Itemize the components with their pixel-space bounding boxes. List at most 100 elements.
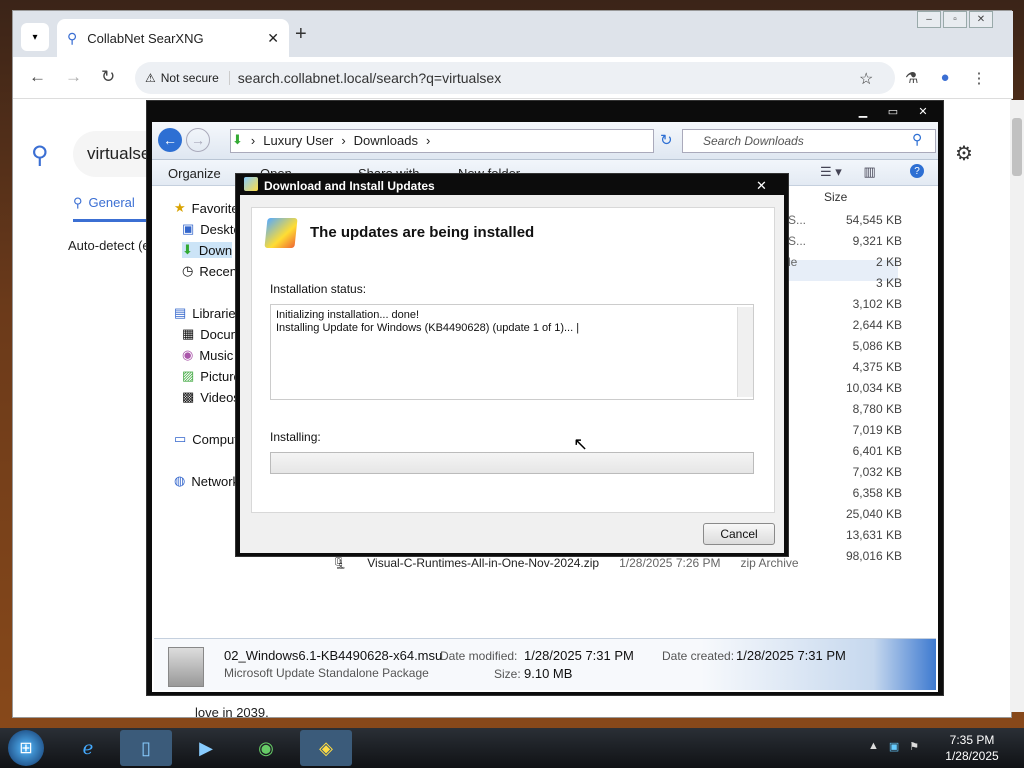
tab-title: CollabNet SearXNG (87, 30, 204, 46)
close-icon[interactable]: ✕ (756, 178, 767, 194)
install-progress-bar (270, 452, 754, 474)
clock-date: 1/28/2025 (945, 749, 999, 763)
network-tray-icon[interactable]: ▣ (889, 740, 899, 753)
tab-general[interactable]: ⚲ General (73, 195, 135, 211)
close-tab-icon[interactable]: ✕ (267, 30, 279, 47)
settings-gear-icon[interactable]: ⚙ (955, 141, 973, 166)
minimize-icon[interactable]: ▁ (850, 103, 876, 119)
minimize-icon[interactable]: – (917, 11, 941, 28)
maximize-icon[interactable]: ▫ (943, 11, 967, 28)
start-button[interactable]: ⊞ (8, 730, 44, 766)
size-cell: 3 KB (875, 276, 902, 290)
pictures-icon: ▨ (182, 368, 195, 383)
media-player-icon[interactable]: ▶ (180, 730, 232, 766)
size-cell: 25,040 KB (845, 507, 902, 521)
size-cell: 7,019 KB (852, 423, 902, 437)
nav-downloads[interactable]: ⬇ Down (182, 242, 233, 258)
file-explorer-icon[interactable]: ▯ (120, 730, 172, 766)
column-header-size[interactable]: Size (824, 190, 847, 204)
nav-desktop[interactable]: ▣ Deskto (182, 221, 241, 237)
breadcrumb: ⬇ › Luxury User › Downloads › (232, 132, 430, 148)
tab-strip: ▾ ⚲ CollabNet SearXNG ✕ + – ▫ ✕ (13, 11, 1013, 57)
computer-icon: ▭ (174, 431, 187, 446)
page-scrollbar[interactable] (1010, 100, 1024, 712)
nav-pictures[interactable]: ▨ Picture (182, 368, 241, 384)
navigation-pane: ★ Favorites ▣ Deskto ⬇ Down ◷ Recent ▤ Librar… (152, 186, 245, 606)
dialog-body: The updates are being installed Installa… (240, 195, 784, 553)
recent-places-icon: ◷ (182, 263, 194, 278)
clock[interactable]: 7:35 PM 1/28/2025 (940, 732, 1004, 764)
nav-downloads-label: Down (198, 242, 233, 258)
menu-kebab-icon[interactable]: ⋮ (972, 69, 987, 87)
nav-videos[interactable]: ▩ Videos (182, 389, 240, 405)
size-cell: 8,780 KB (852, 402, 902, 416)
back-arrow-icon[interactable]: ← (158, 128, 182, 152)
forward-arrow-icon[interactable]: → (65, 67, 82, 87)
show-hidden-icons-icon[interactable]: ▲ (868, 740, 879, 753)
reload-icon[interactable]: ↻ (101, 67, 115, 87)
back-arrow-icon[interactable]: ← (29, 67, 46, 87)
details-modified: 1/28/2025 7:31 PM (524, 648, 634, 663)
nav-recent[interactable]: ◷ Recent (182, 263, 241, 279)
dialog-panel: The updates are being installed Installa… (251, 207, 775, 513)
windows-update-icon[interactable]: ◈ (300, 730, 352, 766)
table-row[interactable]: 🗜 Visual-C-Runtimes-All-in-One-Nov-2024.… (332, 556, 799, 570)
tab-search-chevron-icon[interactable]: ▾ (21, 23, 49, 51)
nav-network[interactable]: ◍ Network (174, 473, 239, 489)
explorer-search-input[interactable]: Search Downloads (682, 129, 936, 153)
cancel-button[interactable]: Cancel (703, 523, 775, 545)
url-text[interactable]: search.collabnet.local/search?q=virtuals… (238, 70, 501, 86)
forward-arrow-icon[interactable]: → (186, 128, 210, 152)
system-tray: ▲ ▣ ⚑ (868, 740, 919, 753)
explorer-navbar: ← → ⬇ › Luxury User › Downloads › ↻ Sear… (152, 122, 938, 160)
maximize-icon[interactable]: ▭ (880, 103, 906, 119)
warning-icon: ⚠ (145, 71, 156, 85)
details-created: 1/28/2025 7:31 PM (736, 648, 846, 663)
size-cell: 5,086 KB (852, 339, 902, 353)
log-line: Initializing installation... done! (276, 309, 420, 321)
details-created-label: Date created: (662, 649, 735, 663)
tab-general-label: General (88, 195, 135, 210)
nav-computer[interactable]: ▭ Comput (174, 431, 238, 447)
language-select[interactable]: Auto-detect (e (68, 238, 150, 253)
bookmark-star-icon[interactable]: ☆ (859, 69, 873, 89)
browser-window-controls: – ▫ ✕ (917, 11, 993, 28)
close-icon[interactable]: ✕ (969, 11, 993, 28)
mouse-pointer-icon: ↖ (573, 434, 589, 454)
refresh-icon[interactable]: ↻ (660, 131, 673, 149)
nav-libraries[interactable]: ▤ Libraries (174, 305, 242, 321)
page-scrollbar-thumb[interactable] (1012, 118, 1022, 176)
breadcrumb-luxury-user[interactable]: Luxury User (263, 133, 333, 148)
profile-avatar-icon[interactable]: ● (940, 69, 949, 87)
log-scrollbar[interactable] (737, 307, 753, 397)
labs-flask-icon[interactable]: ⚗ (905, 69, 918, 87)
installation-status-label: Installation status: (270, 282, 367, 296)
search-icon[interactable]: ⚲ (912, 131, 922, 148)
views-icon[interactable]: ☰ ▾ ▥ (820, 164, 876, 180)
details-size: 9.10 MB (524, 666, 573, 681)
nav-documents[interactable]: ▦ Docum (182, 326, 241, 342)
tab-underline (73, 219, 149, 222)
breadcrumb-downloads[interactable]: Downloads (354, 133, 418, 148)
security-indicator[interactable]: ⚠ Not secure (145, 71, 230, 85)
download-icon: ⬇ (182, 242, 193, 257)
size-cell: 10,034 KB (845, 381, 902, 395)
help-icon[interactable]: ? (910, 164, 924, 178)
address-bar[interactable]: ⚠ Not secure search.collabnet.local/sear… (135, 62, 895, 94)
chrome-icon[interactable]: ◉ (240, 730, 292, 766)
installation-log[interactable]: Initializing installation... done! Insta… (270, 304, 754, 400)
windows-update-icon (264, 218, 298, 248)
browser-tab[interactable]: ⚲ CollabNet SearXNG ✕ (57, 19, 289, 57)
organize-button[interactable]: Organize (168, 166, 221, 181)
action-center-icon[interactable]: ⚑ (909, 740, 919, 753)
size-cell: 54,545 KB (845, 213, 902, 227)
security-label: Not secure (160, 71, 219, 85)
chevron-right-icon: › (426, 132, 431, 148)
nav-network-label: Network (191, 473, 240, 489)
nav-music[interactable]: ◉ Music (182, 347, 233, 363)
internet-explorer-icon[interactable]: ℯ (62, 730, 114, 766)
new-tab-button[interactable]: + (295, 23, 307, 46)
close-icon[interactable]: ✕ (910, 103, 936, 119)
windows-update-icon (244, 177, 258, 191)
size-column: 54,545 KB 9,321 KB 2 KB 3 KB 3,102 KB 2,644 K… (792, 210, 902, 567)
